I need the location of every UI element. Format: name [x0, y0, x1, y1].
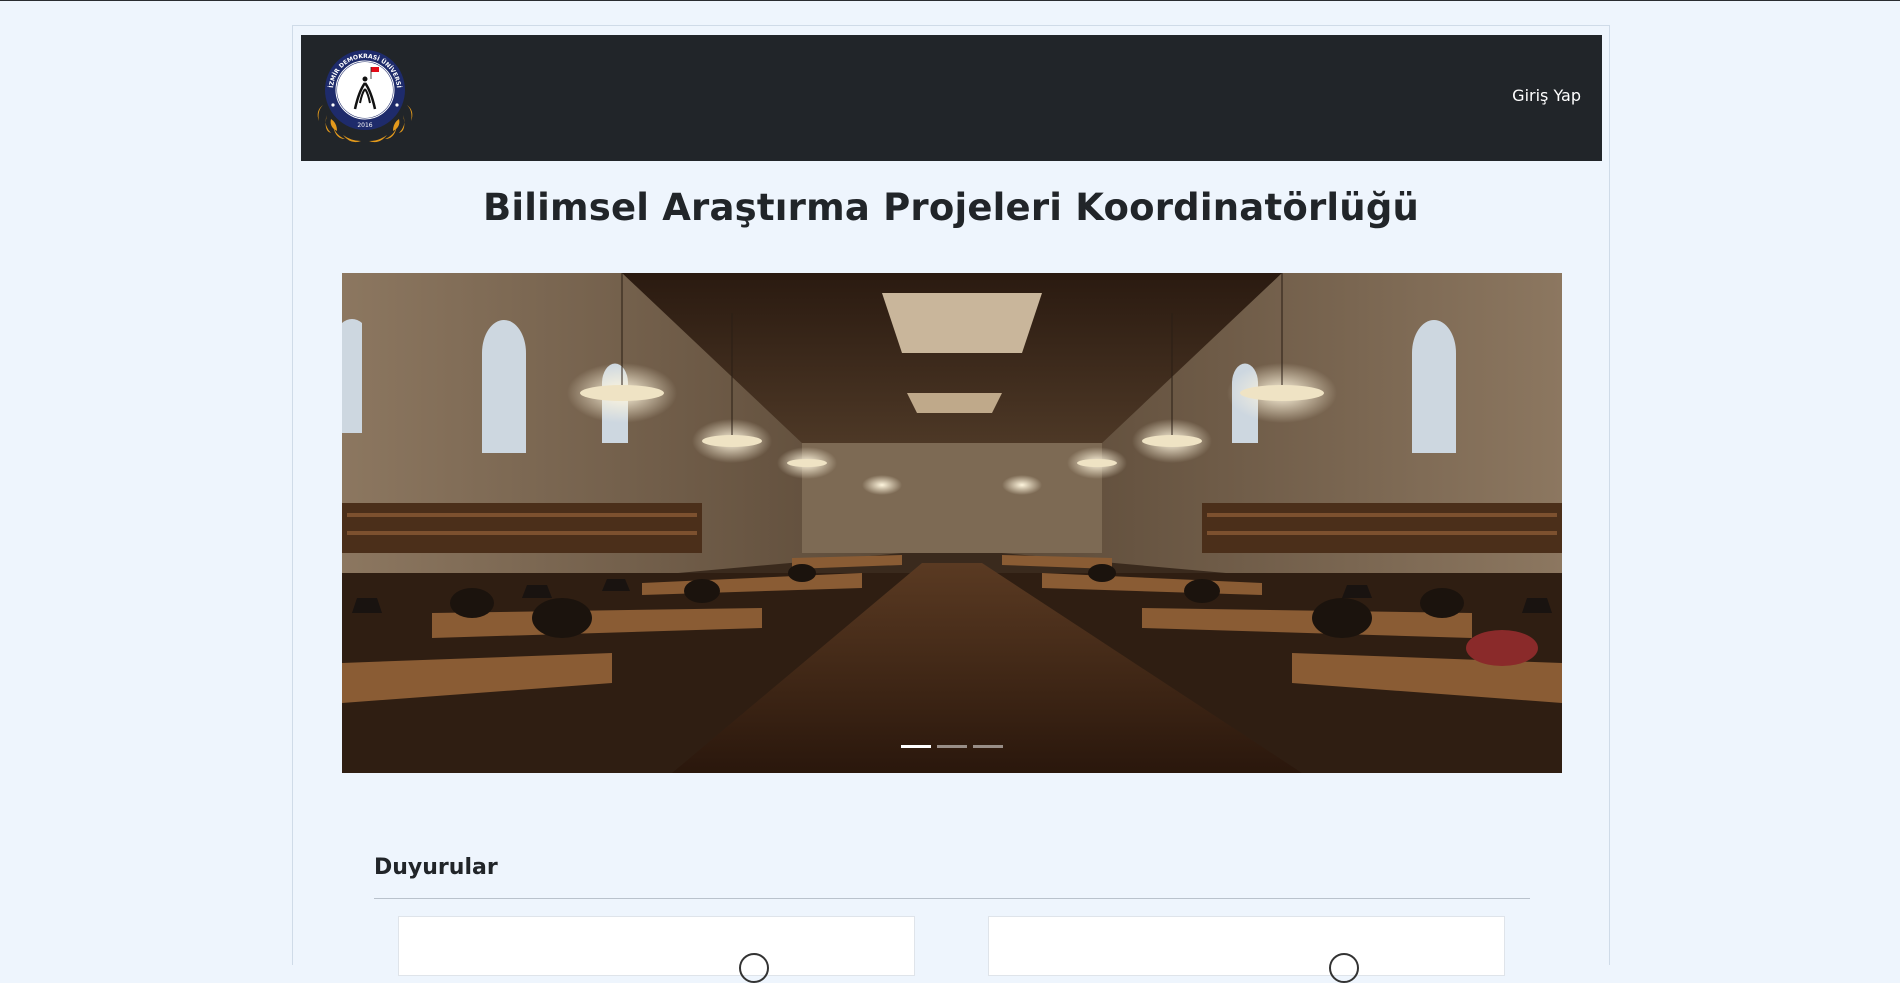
- carousel-indicator-2[interactable]: [937, 745, 967, 748]
- carousel-indicators: [342, 745, 1562, 748]
- hero-carousel[interactable]: [342, 273, 1562, 773]
- logo-year: 2016: [357, 122, 372, 129]
- announcements-divider: [374, 898, 1530, 899]
- carousel-slide-image: [342, 273, 1562, 773]
- carousel-indicator-1[interactable]: [901, 745, 931, 748]
- login-link[interactable]: Giriş Yap: [1512, 86, 1581, 105]
- page-title: Bilimsel Araştırma Projeleri Koordinatör…: [482, 186, 1420, 229]
- announcement-card[interactable]: [398, 916, 915, 983]
- university-logo[interactable]: İZMİR DEMOKRASİ ÜNİVERSİTESİ 2016: [311, 40, 417, 149]
- announcement-card[interactable]: [988, 916, 1505, 983]
- carousel-indicator-3[interactable]: [973, 745, 1003, 748]
- window-top-border: [0, 0, 1900, 1]
- top-navbar: İZMİR DEMOKRASİ ÜNİVERSİTESİ 2016 Giriş …: [301, 35, 1602, 161]
- announcements-title: Duyurular: [374, 855, 498, 880]
